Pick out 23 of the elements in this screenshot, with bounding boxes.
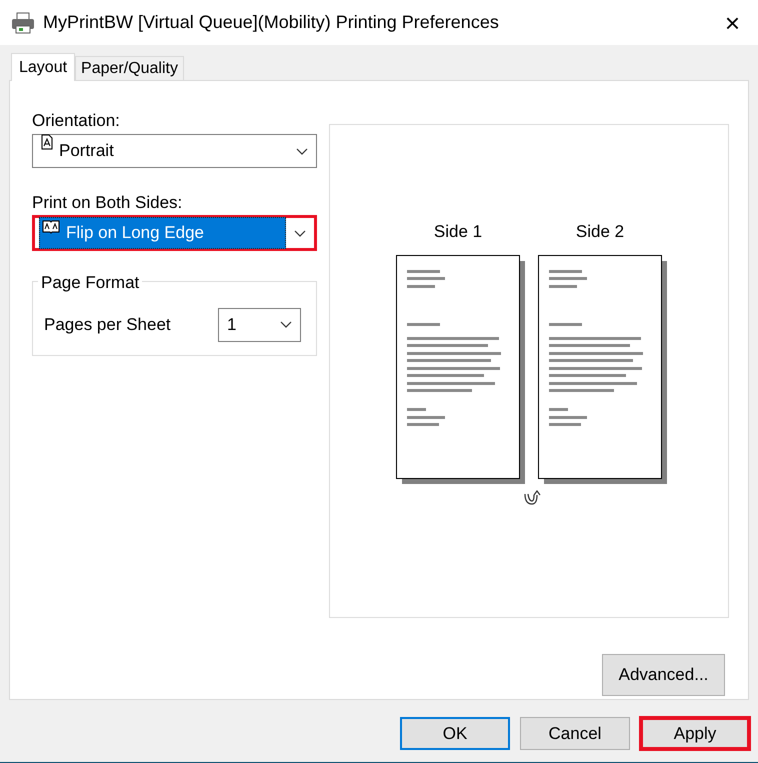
close-button[interactable]: × — [724, 10, 740, 36]
chevron-icon — [280, 321, 292, 328]
duplex-label: Print on Both Sides: — [32, 192, 184, 212]
chevron-icon — [294, 230, 306, 236]
advanced-button[interactable]: Advanced... — [602, 654, 725, 696]
side-label: Side 1 — [434, 221, 482, 243]
window-title: MyPrintBW [Virtual Queue](Mobility) Printing Preferences — [43, 11, 499, 34]
chevron-icon — [296, 148, 308, 154]
printer-icon — [11, 12, 35, 34]
dialog-button[interactable]: Cancel — [520, 717, 630, 750]
orientation-dropdown[interactable]: Portrait — [32, 134, 317, 168]
pages-per-sheet-label: Pages per Sheet — [44, 314, 171, 336]
flip-arrow-icon — [523, 488, 541, 506]
tab[interactable]: Layout — [11, 53, 76, 81]
book-icon — [42, 220, 60, 234]
page-icon — [41, 134, 53, 150]
tab[interactable]: Paper/Quality — [75, 56, 184, 80]
orientation-label: Orientation: — [32, 110, 121, 130]
dialog-button[interactable]: OK — [400, 717, 510, 750]
side-label: Side 2 — [576, 221, 624, 243]
dialog-button[interactable]: Apply — [640, 717, 750, 750]
pages-per-sheet-dropdown[interactable]: 1 — [218, 308, 301, 342]
duplex-dropdown[interactable]: Flip on Long Edge — [32, 215, 317, 251]
